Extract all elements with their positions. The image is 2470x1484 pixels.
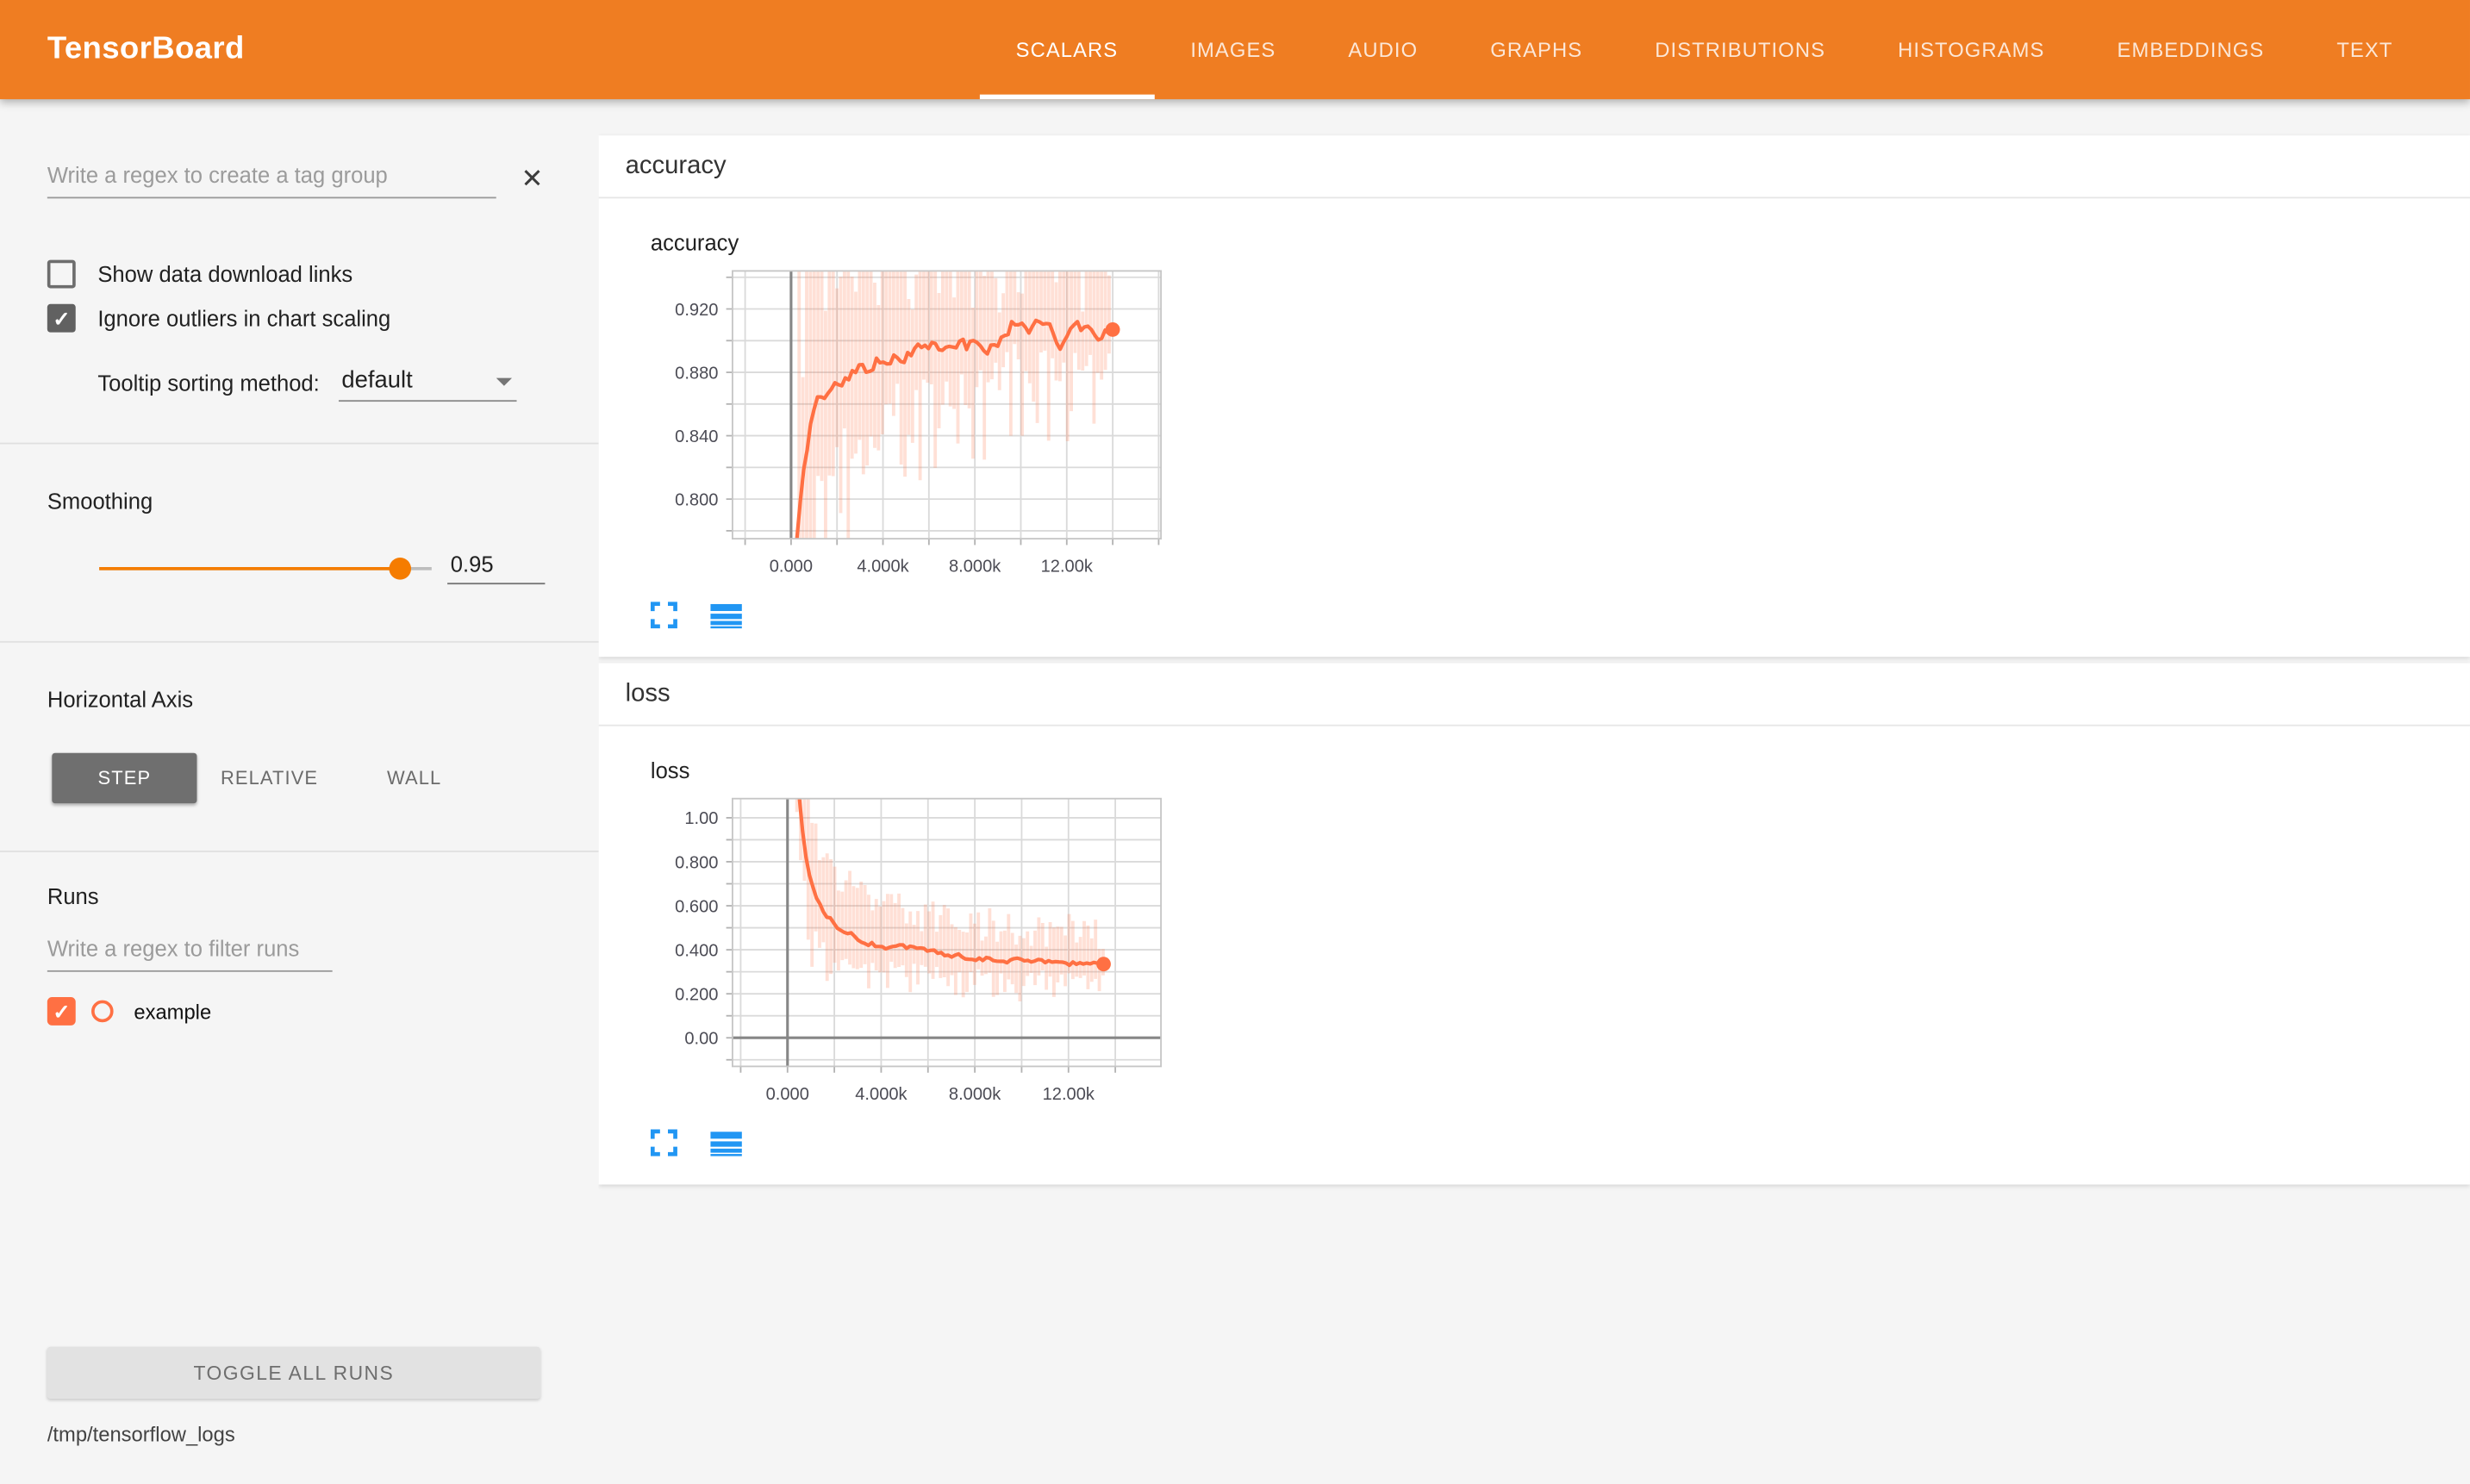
svg-text:0.800: 0.800 [675, 853, 718, 872]
svg-text:0.800: 0.800 [675, 490, 718, 509]
tag-group-accuracy: accuracy accuracy 0.8000.8400.8800.9200.… [599, 135, 2470, 657]
app-title: TensorBoard [47, 32, 245, 68]
tooltip-sorting-select[interactable]: default [339, 367, 517, 402]
ignore-outliers-checkbox[interactable]: ✓ [47, 304, 76, 333]
group-header-accuracy[interactable]: accuracy [599, 135, 2470, 198]
horizontal-axis-options: STEP RELATIVE WALL [0, 753, 599, 803]
chart-actions [651, 602, 1205, 628]
svg-text:1.00: 1.00 [684, 809, 718, 828]
tab-text[interactable]: TEXT [2300, 0, 2429, 99]
close-icon[interactable]: ✕ [521, 165, 544, 191]
divider [0, 641, 599, 643]
chart-actions [651, 1130, 1205, 1157]
axis-relative-button[interactable]: RELATIVE [196, 753, 341, 803]
tooltip-sorting-row: Tooltip sorting method: default [0, 367, 599, 402]
divider [0, 443, 599, 445]
svg-text:0.920: 0.920 [675, 301, 718, 320]
run-name: example [134, 1000, 211, 1023]
toggle-all-runs-button[interactable]: TOGGLE ALL RUNS [47, 1347, 540, 1399]
svg-text:0.600: 0.600 [675, 897, 718, 916]
tab-histograms[interactable]: HISTOGRAMS [1862, 0, 2080, 99]
divider [0, 851, 599, 852]
show-download-links-label: Show data download links [97, 261, 352, 286]
svg-text:0.840: 0.840 [675, 427, 718, 446]
horizontal-axis-label: Horizontal Axis [0, 687, 599, 712]
tag-filter-row: ✕ [0, 158, 599, 199]
runs-label: Runs [0, 883, 599, 908]
slider-fill [99, 566, 400, 570]
ignore-outliers-label: Ignore outliers in chart scaling [97, 306, 390, 331]
tooltip-sorting-value: default [341, 367, 412, 394]
smoothing-label: Smoothing [0, 489, 599, 514]
run-checkbox[interactable]: ✓ [47, 997, 76, 1026]
sidebar-spacer [0, 1026, 599, 1347]
svg-text:0.000: 0.000 [770, 557, 813, 576]
expand-chart-button[interactable] [651, 602, 677, 628]
group-body: accuracy 0.800 0.840 0.880 0.920 0.000 4.000k… [599, 198, 2470, 657]
check-icon: ✓ [53, 308, 70, 328]
axis-step-button[interactable]: STEP [52, 753, 196, 803]
tag-filter-input[interactable] [47, 158, 496, 199]
data-series-list-icon [710, 1130, 742, 1155]
scalar-chart-card-loss: loss 0.00 0.200 0.400 0.600 0.800 1.00 0.000 4.… [651, 758, 1205, 1156]
nav-tabs: SCALARS IMAGES AUDIO GRAPHS DISTRIBUTION… [980, 0, 2470, 99]
expand-chart-button[interactable] [651, 1130, 677, 1157]
smoothing-slider[interactable] [99, 557, 432, 579]
tooltip-sorting-label: Tooltip sorting method: [97, 371, 319, 402]
chart-title: accuracy [651, 230, 1205, 255]
scalars-dashboard: accuracy accuracy 0.8000.8400.8800.9200.… [599, 99, 2470, 1484]
tab-embeddings[interactable]: EMBEDDINGS [2080, 0, 2300, 99]
svg-text:4.000k: 4.000k [855, 1085, 908, 1104]
group-title: accuracy [626, 152, 727, 180]
logdir-path: /tmp/tensorflow_logs [47, 1423, 552, 1446]
show-download-links-row: Show data download links [0, 260, 599, 289]
axis-wall-button[interactable]: WALL [342, 753, 487, 803]
svg-text:8.000k: 8.000k [949, 557, 1001, 576]
svg-text:8.000k: 8.000k [949, 1085, 1001, 1104]
tag-group-loss: loss loss 0.000.2000.4000.6000.8001.000.… [599, 664, 2470, 1185]
run-color-radio[interactable] [91, 1001, 114, 1023]
group-header-loss[interactable]: loss [599, 664, 2470, 726]
svg-text:0.200: 0.200 [675, 985, 718, 1004]
smoothing-row [0, 552, 599, 584]
svg-text:0.000: 0.000 [766, 1085, 809, 1104]
data-series-list-icon [710, 602, 742, 627]
loss-line-chart[interactable]: 0.00 0.200 0.400 0.600 0.800 1.00 0.000 4.000k 8… [651, 786, 1195, 1123]
svg-text:12.00k: 12.00k [1041, 557, 1094, 576]
slider-handle[interactable] [389, 557, 411, 579]
top-app-bar: TensorBoard SCALARS IMAGES AUDIO GRAPHS … [0, 0, 2470, 99]
accuracy-line-chart[interactable]: 0.800 0.840 0.880 0.920 0.000 4.000k 8.000k 12.… [651, 259, 1195, 595]
svg-text:0.400: 0.400 [675, 941, 718, 960]
sidebar: ✕ Show data download links ✓ Ignore outl… [0, 99, 599, 1484]
svg-text:0.880: 0.880 [675, 364, 718, 383]
toggle-expansion-button[interactable] [710, 1130, 742, 1155]
smoothing-value-input[interactable] [447, 552, 545, 584]
scalar-chart-card-accuracy: accuracy 0.800 0.840 0.880 0.920 0.000 4.000k… [651, 230, 1205, 628]
runs-filter-row [0, 931, 599, 972]
tab-scalars[interactable]: SCALARS [980, 0, 1155, 99]
fullscreen-icon [651, 602, 677, 628]
fullscreen-icon [651, 1130, 677, 1157]
tab-distributions[interactable]: DISTRIBUTIONS [1619, 0, 1862, 99]
check-icon: ✓ [53, 1001, 70, 1022]
ignore-outliers-row: ✓ Ignore outliers in chart scaling [0, 304, 599, 333]
tensorboard-app: TensorBoard SCALARS IMAGES AUDIO GRAPHS … [0, 0, 2470, 1484]
tab-graphs[interactable]: GRAPHS [1454, 0, 1619, 99]
svg-text:12.00k: 12.00k [1043, 1085, 1095, 1104]
svg-text:0.00: 0.00 [684, 1030, 718, 1049]
runs-filter-input[interactable] [47, 931, 333, 972]
group-title: loss [626, 680, 671, 708]
tab-audio[interactable]: AUDIO [1312, 0, 1454, 99]
svg-text:4.000k: 4.000k [857, 557, 909, 576]
group-body: loss 0.00 0.200 0.400 0.600 0.800 1.00 0.000 4.… [599, 726, 2470, 1185]
tab-images[interactable]: IMAGES [1154, 0, 1312, 99]
show-download-links-checkbox[interactable] [47, 260, 76, 289]
chevron-down-icon [496, 378, 512, 386]
run-row-example[interactable]: ✓ example [0, 997, 599, 1026]
toggle-expansion-button[interactable] [710, 602, 742, 627]
chart-title: loss [651, 758, 1205, 783]
